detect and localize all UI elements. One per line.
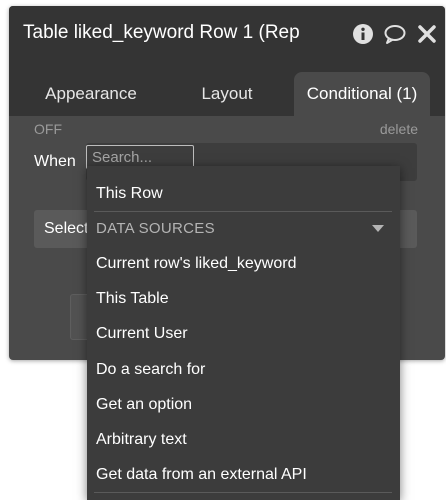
dropdown-item-this-row[interactable]: This Row: [87, 176, 400, 211]
comment-icon[interactable]: [384, 23, 406, 45]
dropdown-divider: [94, 492, 392, 493]
tab-appearance[interactable]: Appearance: [23, 72, 159, 116]
delete-condition-link[interactable]: delete: [380, 121, 418, 137]
tab-conditional[interactable]: Conditional (1): [294, 72, 430, 116]
condition-toggle-off[interactable]: OFF: [34, 121, 62, 137]
dropdown-item[interactable]: Do a search for: [87, 352, 400, 387]
dropdown-item[interactable]: Get an option: [87, 387, 400, 422]
tab-bar: Appearance Layout Conditional (1): [9, 64, 445, 116]
expression-dropdown: This Row DATA SOURCES Current row's like…: [87, 166, 400, 500]
panel-title: Table liked_keyword Row 1 (Rep: [23, 22, 300, 43]
dropdown-item[interactable]: Current row's liked_keyword: [87, 246, 400, 281]
dropdown-item[interactable]: Current User: [87, 316, 400, 351]
data-sources-header[interactable]: DATA SOURCES: [87, 211, 400, 246]
when-label: When: [34, 153, 76, 170]
info-icon[interactable]: [352, 23, 374, 45]
dropdown-item[interactable]: Get data from an external API: [87, 457, 400, 492]
panel-titlebar: Table liked_keyword Row 1 (Rep: [9, 6, 445, 64]
close-icon[interactable]: [416, 23, 438, 45]
dropdown-item[interactable]: This Table: [87, 281, 400, 316]
data-sources-header-label: DATA SOURCES: [96, 220, 215, 237]
dropdown-item[interactable]: Arbitrary text: [87, 422, 400, 457]
caret-down-icon: [372, 225, 384, 233]
tab-layout[interactable]: Layout: [177, 72, 277, 116]
